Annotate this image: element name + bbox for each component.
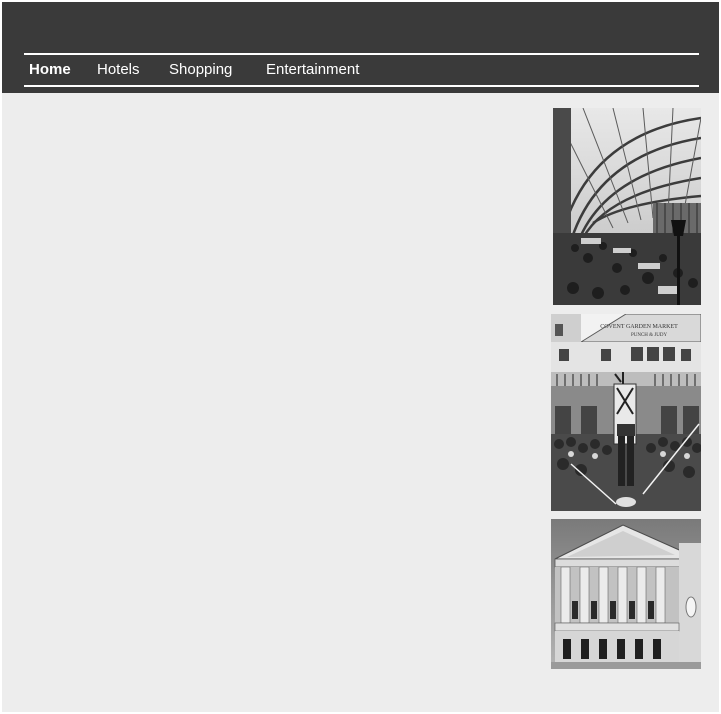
opera-house-photo	[551, 519, 701, 669]
site-header: Home Hotels Shopping Entertainment	[2, 2, 719, 93]
nav-item-home[interactable]: Home	[29, 55, 71, 85]
nav-bottom-divider	[24, 85, 699, 87]
market-hall-photo	[553, 108, 701, 305]
main-nav: Home Hotels Shopping Entertainment	[24, 55, 699, 85]
nav-item-hotels[interactable]: Hotels	[97, 55, 140, 85]
punch-judy-sign-text: PUNCH & JUDY	[631, 333, 668, 338]
page: Home Hotels Shopping Entertainment COVEN…	[2, 2, 719, 712]
market-sign-text: COVENT GARDEN MARKET	[600, 324, 678, 330]
street-performer-photo: COVENT GARDEN MARKET PUNCH & JUDY	[551, 314, 701, 511]
nav-item-shopping[interactable]: Shopping	[169, 55, 232, 85]
nav-item-entertainment[interactable]: Entertainment	[266, 55, 359, 85]
